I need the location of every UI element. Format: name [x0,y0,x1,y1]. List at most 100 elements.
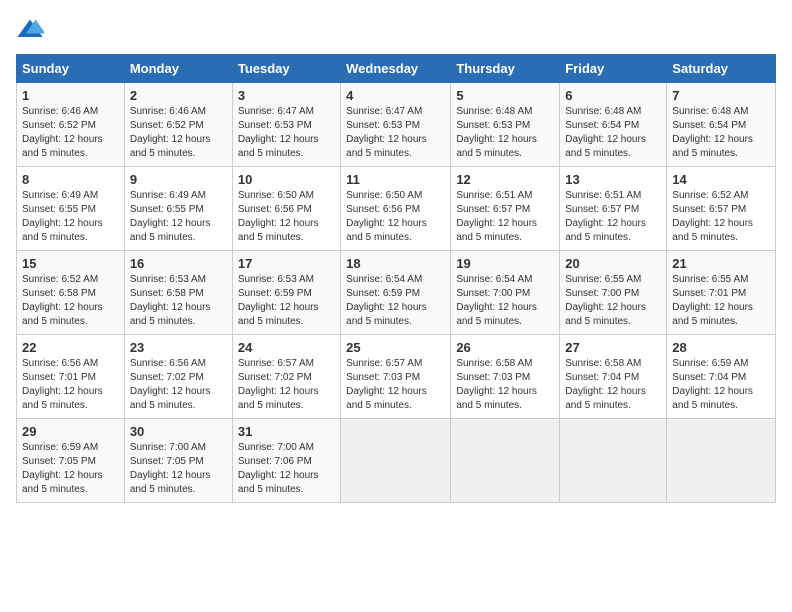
day-number: 21 [672,256,770,271]
day-info: Sunrise: 6:57 AM Sunset: 7:02 PM Dayligh… [238,357,335,413]
day-number: 17 [238,256,335,271]
day-info: Sunrise: 6:59 AM Sunset: 7:04 PM Dayligh… [672,357,770,413]
calendar-cell: 27 Sunrise: 6:58 AM Sunset: 7:04 PM Dayl… [560,335,667,419]
day-number: 11 [346,172,445,187]
calendar-cell: 2 Sunrise: 6:46 AM Sunset: 6:52 PM Dayli… [124,83,232,167]
calendar-cell: 26 Sunrise: 6:58 AM Sunset: 7:03 PM Dayl… [451,335,560,419]
day-number: 19 [456,256,554,271]
day-info: Sunrise: 7:00 AM Sunset: 7:06 PM Dayligh… [238,441,335,497]
calendar-cell: 11 Sunrise: 6:50 AM Sunset: 6:56 PM Dayl… [341,167,451,251]
day-number: 30 [130,424,227,439]
column-header-saturday: Saturday [667,55,776,83]
calendar-table: SundayMondayTuesdayWednesdayThursdayFrid… [16,54,776,503]
day-number: 2 [130,88,227,103]
day-number: 26 [456,340,554,355]
day-info: Sunrise: 6:50 AM Sunset: 6:56 PM Dayligh… [238,189,335,245]
column-header-wednesday: Wednesday [341,55,451,83]
calendar-cell: 10 Sunrise: 6:50 AM Sunset: 6:56 PM Dayl… [232,167,340,251]
column-header-sunday: Sunday [17,55,125,83]
day-number: 1 [22,88,119,103]
day-number: 3 [238,88,335,103]
day-info: Sunrise: 6:55 AM Sunset: 7:01 PM Dayligh… [672,273,770,329]
calendar-cell: 30 Sunrise: 7:00 AM Sunset: 7:05 PM Dayl… [124,419,232,503]
day-info: Sunrise: 6:49 AM Sunset: 6:55 PM Dayligh… [130,189,227,245]
day-info: Sunrise: 6:46 AM Sunset: 6:52 PM Dayligh… [22,105,119,161]
day-number: 28 [672,340,770,355]
day-info: Sunrise: 6:51 AM Sunset: 6:57 PM Dayligh… [456,189,554,245]
day-number: 8 [22,172,119,187]
calendar-week-4: 22 Sunrise: 6:56 AM Sunset: 7:01 PM Dayl… [17,335,776,419]
day-info: Sunrise: 6:48 AM Sunset: 6:54 PM Dayligh… [672,105,770,161]
day-number: 24 [238,340,335,355]
column-header-thursday: Thursday [451,55,560,83]
calendar-cell: 1 Sunrise: 6:46 AM Sunset: 6:52 PM Dayli… [17,83,125,167]
column-header-monday: Monday [124,55,232,83]
calendar-cell: 16 Sunrise: 6:53 AM Sunset: 6:58 PM Dayl… [124,251,232,335]
header-row: SundayMondayTuesdayWednesdayThursdayFrid… [17,55,776,83]
day-number: 23 [130,340,227,355]
calendar-cell: 4 Sunrise: 6:47 AM Sunset: 6:53 PM Dayli… [341,83,451,167]
day-info: Sunrise: 6:52 AM Sunset: 6:58 PM Dayligh… [22,273,119,329]
calendar-week-3: 15 Sunrise: 6:52 AM Sunset: 6:58 PM Dayl… [17,251,776,335]
day-info: Sunrise: 6:47 AM Sunset: 6:53 PM Dayligh… [346,105,445,161]
calendar-cell: 31 Sunrise: 7:00 AM Sunset: 7:06 PM Dayl… [232,419,340,503]
day-number: 27 [565,340,661,355]
day-number: 22 [22,340,119,355]
day-info: Sunrise: 6:56 AM Sunset: 7:01 PM Dayligh… [22,357,119,413]
day-info: Sunrise: 6:48 AM Sunset: 6:53 PM Dayligh… [456,105,554,161]
day-number: 7 [672,88,770,103]
day-info: Sunrise: 6:58 AM Sunset: 7:04 PM Dayligh… [565,357,661,413]
column-header-tuesday: Tuesday [232,55,340,83]
day-info: Sunrise: 6:54 AM Sunset: 7:00 PM Dayligh… [456,273,554,329]
page-header [16,16,776,44]
day-info: Sunrise: 6:49 AM Sunset: 6:55 PM Dayligh… [22,189,119,245]
calendar-cell: 14 Sunrise: 6:52 AM Sunset: 6:57 PM Dayl… [667,167,776,251]
day-info: Sunrise: 6:57 AM Sunset: 7:03 PM Dayligh… [346,357,445,413]
calendar-cell: 19 Sunrise: 6:54 AM Sunset: 7:00 PM Dayl… [451,251,560,335]
calendar-week-5: 29 Sunrise: 6:59 AM Sunset: 7:05 PM Dayl… [17,419,776,503]
calendar-cell: 18 Sunrise: 6:54 AM Sunset: 6:59 PM Dayl… [341,251,451,335]
logo [16,16,48,44]
calendar-cell: 8 Sunrise: 6:49 AM Sunset: 6:55 PM Dayli… [17,167,125,251]
calendar-cell: 20 Sunrise: 6:55 AM Sunset: 7:00 PM Dayl… [560,251,667,335]
calendar-cell: 23 Sunrise: 6:56 AM Sunset: 7:02 PM Dayl… [124,335,232,419]
day-number: 31 [238,424,335,439]
day-number: 29 [22,424,119,439]
day-number: 15 [22,256,119,271]
calendar-cell: 12 Sunrise: 6:51 AM Sunset: 6:57 PM Dayl… [451,167,560,251]
day-info: Sunrise: 6:48 AM Sunset: 6:54 PM Dayligh… [565,105,661,161]
calendar-week-2: 8 Sunrise: 6:49 AM Sunset: 6:55 PM Dayli… [17,167,776,251]
logo-icon [16,16,44,44]
calendar-cell: 13 Sunrise: 6:51 AM Sunset: 6:57 PM Dayl… [560,167,667,251]
day-info: Sunrise: 6:59 AM Sunset: 7:05 PM Dayligh… [22,441,119,497]
calendar-week-1: 1 Sunrise: 6:46 AM Sunset: 6:52 PM Dayli… [17,83,776,167]
calendar-cell [560,419,667,503]
day-info: Sunrise: 6:46 AM Sunset: 6:52 PM Dayligh… [130,105,227,161]
day-info: Sunrise: 7:00 AM Sunset: 7:05 PM Dayligh… [130,441,227,497]
day-number: 18 [346,256,445,271]
calendar-cell: 28 Sunrise: 6:59 AM Sunset: 7:04 PM Dayl… [667,335,776,419]
day-info: Sunrise: 6:52 AM Sunset: 6:57 PM Dayligh… [672,189,770,245]
calendar-cell: 29 Sunrise: 6:59 AM Sunset: 7:05 PM Dayl… [17,419,125,503]
calendar-cell: 24 Sunrise: 6:57 AM Sunset: 7:02 PM Dayl… [232,335,340,419]
calendar-cell: 21 Sunrise: 6:55 AM Sunset: 7:01 PM Dayl… [667,251,776,335]
column-header-friday: Friday [560,55,667,83]
day-number: 6 [565,88,661,103]
day-info: Sunrise: 6:54 AM Sunset: 6:59 PM Dayligh… [346,273,445,329]
calendar-cell [341,419,451,503]
day-number: 10 [238,172,335,187]
calendar-cell: 3 Sunrise: 6:47 AM Sunset: 6:53 PM Dayli… [232,83,340,167]
calendar-cell: 6 Sunrise: 6:48 AM Sunset: 6:54 PM Dayli… [560,83,667,167]
day-number: 13 [565,172,661,187]
calendar-cell: 17 Sunrise: 6:53 AM Sunset: 6:59 PM Dayl… [232,251,340,335]
day-number: 4 [346,88,445,103]
calendar-cell: 9 Sunrise: 6:49 AM Sunset: 6:55 PM Dayli… [124,167,232,251]
calendar-cell: 15 Sunrise: 6:52 AM Sunset: 6:58 PM Dayl… [17,251,125,335]
calendar-cell: 25 Sunrise: 6:57 AM Sunset: 7:03 PM Dayl… [341,335,451,419]
calendar-cell [451,419,560,503]
day-info: Sunrise: 6:53 AM Sunset: 6:59 PM Dayligh… [238,273,335,329]
calendar-cell [667,419,776,503]
day-info: Sunrise: 6:56 AM Sunset: 7:02 PM Dayligh… [130,357,227,413]
day-number: 14 [672,172,770,187]
day-number: 20 [565,256,661,271]
